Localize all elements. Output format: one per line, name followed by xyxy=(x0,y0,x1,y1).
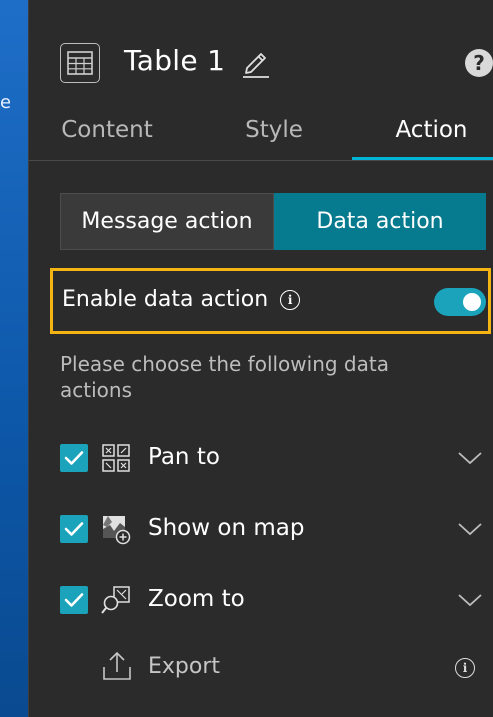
enable-data-action-row: Enable data action i xyxy=(50,268,491,334)
action-row-show-on-map[interactable]: Show on map xyxy=(60,507,486,551)
action-row-pan-to[interactable]: Pan to xyxy=(60,436,486,480)
message-action-button[interactable]: Message action xyxy=(60,193,274,250)
zoom-to-icon xyxy=(100,584,132,616)
table-grid-icon xyxy=(60,43,100,83)
tab-content[interactable]: Content xyxy=(47,108,167,160)
tab-bar: Content Style Action xyxy=(29,108,493,160)
help-icon[interactable]: ? xyxy=(465,49,493,77)
widget-title: Table 1 xyxy=(124,44,226,77)
action-type-switch: Message action Data action xyxy=(60,193,486,250)
active-tab-indicator xyxy=(352,157,493,160)
data-actions-description: Please choose the following data actions xyxy=(60,352,389,402)
pencil-icon[interactable] xyxy=(241,46,271,78)
settings-panel: Table 1 ? Content Style Action Message a… xyxy=(28,0,493,717)
zoom-to-label: Zoom to xyxy=(148,586,245,612)
action-row-export: Export i xyxy=(60,646,486,690)
show-on-map-icon xyxy=(100,513,132,545)
zoom-to-checkbox[interactable] xyxy=(60,586,88,614)
pan-to-checkbox[interactable] xyxy=(60,444,88,472)
tab-action[interactable]: Action xyxy=(359,108,493,160)
chevron-down-icon[interactable] xyxy=(457,448,483,468)
chevron-down-icon[interactable] xyxy=(457,590,483,610)
export-label: Export xyxy=(148,654,221,679)
pan-to-icon xyxy=(100,442,132,474)
toggle-knob xyxy=(463,293,481,311)
export-icon xyxy=(100,649,134,683)
show-on-map-label: Show on map xyxy=(148,515,305,541)
enable-data-action-label: Enable data action i xyxy=(62,285,301,315)
background-text-fragment: e xyxy=(0,92,10,113)
chevron-down-icon[interactable] xyxy=(457,519,483,539)
enable-data-action-text: Enable data action xyxy=(62,287,269,312)
background-map-edge: e xyxy=(0,0,28,717)
panel-header: Table 1 ? Content Style Action xyxy=(29,0,493,161)
action-row-zoom-to[interactable]: Zoom to xyxy=(60,578,486,622)
info-icon[interactable]: i xyxy=(455,658,475,678)
data-action-button[interactable]: Data action xyxy=(274,193,486,250)
show-on-map-checkbox[interactable] xyxy=(60,515,88,543)
enable-data-action-toggle[interactable] xyxy=(434,288,486,316)
tab-style[interactable]: Style xyxy=(219,108,329,160)
info-icon[interactable]: i xyxy=(280,290,301,310)
pan-to-label: Pan to xyxy=(148,444,220,470)
